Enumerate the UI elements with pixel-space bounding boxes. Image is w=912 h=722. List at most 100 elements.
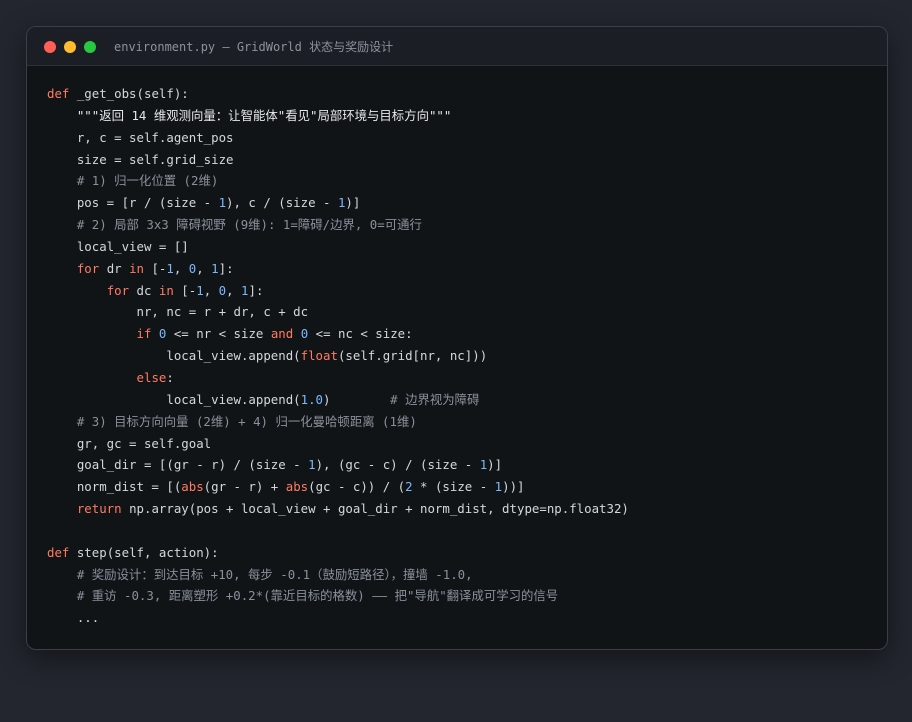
code-token: ... — [47, 610, 100, 626]
code-token: (self, action): — [106, 544, 219, 560]
code-token: and — [270, 326, 294, 342]
code-token: def — [47, 86, 77, 101]
code-token: (gc - c)) / ( — [308, 479, 406, 495]
code-token: in — [129, 260, 144, 276]
code-token: r, c = self.agent_pos — [47, 129, 234, 145]
code-token: _get_obs — [76, 86, 137, 101]
code-token: goal_dir = [(gr - r) / (size - — [47, 457, 309, 473]
close-icon[interactable] — [44, 41, 56, 53]
code-line: ... — [47, 607, 877, 629]
code-token: 1 — [211, 260, 219, 276]
code-line: else: — [47, 367, 877, 389]
code-line: if 0 <= nr < size and 0 <= nc < size: — [47, 323, 877, 345]
code-line: # 2) 局部 3x3 障碍视野 (9维): 1=障碍/边界, 0=可通行 — [47, 214, 877, 236]
code-line: nr, nc = r + dr, c + dc — [47, 301, 877, 323]
code-token: [- — [173, 282, 197, 298]
code-token: for — [76, 260, 100, 276]
code-token: for — [106, 282, 130, 298]
code-token: # 重访 -0.3, 距离塑形 +0.2*(靠近目标的格数) —— 把"导航"翻… — [76, 588, 559, 604]
code-token: step — [76, 544, 107, 560]
code-token: dr — [99, 260, 130, 276]
window-titlebar: environment.py — GridWorld 状态与奖励设计 — [27, 27, 887, 66]
code-token: , — [226, 282, 242, 298]
code-token: , — [196, 260, 212, 276]
code-line: goal_dir = [(gr - r) / (size - 1), (gc -… — [47, 454, 877, 476]
code-token: abs — [285, 479, 309, 495]
code-token: 1 — [218, 195, 227, 211]
code-line: # 重访 -0.3, 距离塑形 +0.2*(靠近目标的格数) —— 把"导航"翻… — [47, 585, 877, 607]
code-token: return — [76, 501, 122, 517]
code-token: , — [173, 260, 189, 276]
code-token: # 3) 目标方向向量 (2维) + 4) 归一化曼哈顿距离 (1维) — [76, 413, 417, 429]
code-line: for dr in [-1, 0, 1]: — [47, 258, 877, 280]
code-token: 0 — [218, 282, 227, 298]
code-token: size = self.grid_size — [47, 151, 234, 167]
code-line: norm_dist = [(abs(gr - r) + abs(gc - c))… — [47, 476, 877, 498]
code-token: 1 — [196, 282, 204, 298]
code-token: (self): — [136, 86, 189, 101]
code-token: norm_dist = [( — [47, 479, 182, 495]
code-token: ]: — [248, 282, 264, 298]
code-line: size = self.grid_size — [47, 149, 877, 171]
code-token: 1.0 — [300, 391, 324, 407]
code-token: # 2) 局部 3x3 障碍视野 (9维): 1=障碍/边界, 0=可通行 — [76, 217, 422, 233]
code-token: local_view.append( — [47, 348, 301, 364]
code-token: ))] — [502, 479, 525, 495]
code-token: dc — [129, 282, 159, 298]
code-token: 2 — [405, 479, 413, 495]
code-token: )] — [345, 195, 361, 211]
code-token: <= nr < size — [166, 326, 271, 342]
code-token: 1 — [308, 457, 316, 473]
code-token: , — [203, 282, 219, 298]
code-token: def — [47, 544, 77, 560]
code-token: ]: — [218, 260, 234, 276]
code-token: )] — [487, 457, 503, 473]
code-token: np.array(pos + local_view + goal_dir + n… — [121, 501, 629, 517]
code-token: in — [158, 282, 174, 298]
code-line: # 奖励设计：到达目标 +10, 每步 -0.1（鼓励短路径），撞墙 -1.0, — [47, 564, 877, 586]
code-line: def step(self, action): — [47, 542, 877, 564]
code-block[interactable]: def _get_obs(self): """返回 14 维观测向量：让智能体"… — [47, 83, 877, 629]
code-line: pos = [r / (size - 1), c / (size - 1)] — [47, 192, 877, 214]
code-token: [- — [144, 260, 167, 276]
code-line: # 3) 目标方向向量 (2维) + 4) 归一化曼哈顿距离 (1维) — [47, 411, 877, 433]
minimize-icon[interactable] — [64, 41, 76, 53]
code-token: ), c / (size - — [226, 195, 338, 211]
code-token: ), (gc - c) / (size - — [315, 457, 480, 473]
code-line: local_view.append(1.0) # 边界视为障碍 — [47, 389, 877, 411]
code-line: gr, gc = self.goal — [47, 433, 877, 455]
code-line: local_view = [] — [47, 236, 877, 258]
code-token: local_view.append( — [47, 391, 301, 407]
code-line: return np.array(pos + local_view + goal_… — [47, 498, 877, 520]
code-token: """返回 14 维观测向量：让智能体"看见"局部环境与目标方向""" — [76, 107, 452, 123]
code-line: """返回 14 维观测向量：让智能体"看见"局部环境与目标方向""" — [47, 105, 877, 127]
code-token: # 1) 归一化位置 (2维) — [76, 173, 219, 189]
code-token: nr, nc = r + dr, c + dc — [47, 304, 309, 320]
code-line: for dc in [-1, 0, 1]: — [47, 280, 877, 302]
code-token: : — [166, 369, 174, 385]
code-line: local_view.append(float(self.grid[nr, nc… — [47, 345, 877, 367]
code-token: gr, gc = self.goal — [47, 435, 212, 451]
code-token: ) — [323, 391, 391, 407]
code-token: 1 — [494, 479, 503, 495]
code-line: # 1) 归一化位置 (2维) — [47, 170, 877, 192]
code-token: <= nc < size: — [308, 326, 413, 342]
code-token: * (size - — [412, 479, 495, 495]
code-token: abs — [181, 479, 204, 495]
code-token: else — [136, 369, 167, 385]
code-token: if — [136, 326, 152, 342]
maximize-icon[interactable] — [84, 41, 96, 53]
